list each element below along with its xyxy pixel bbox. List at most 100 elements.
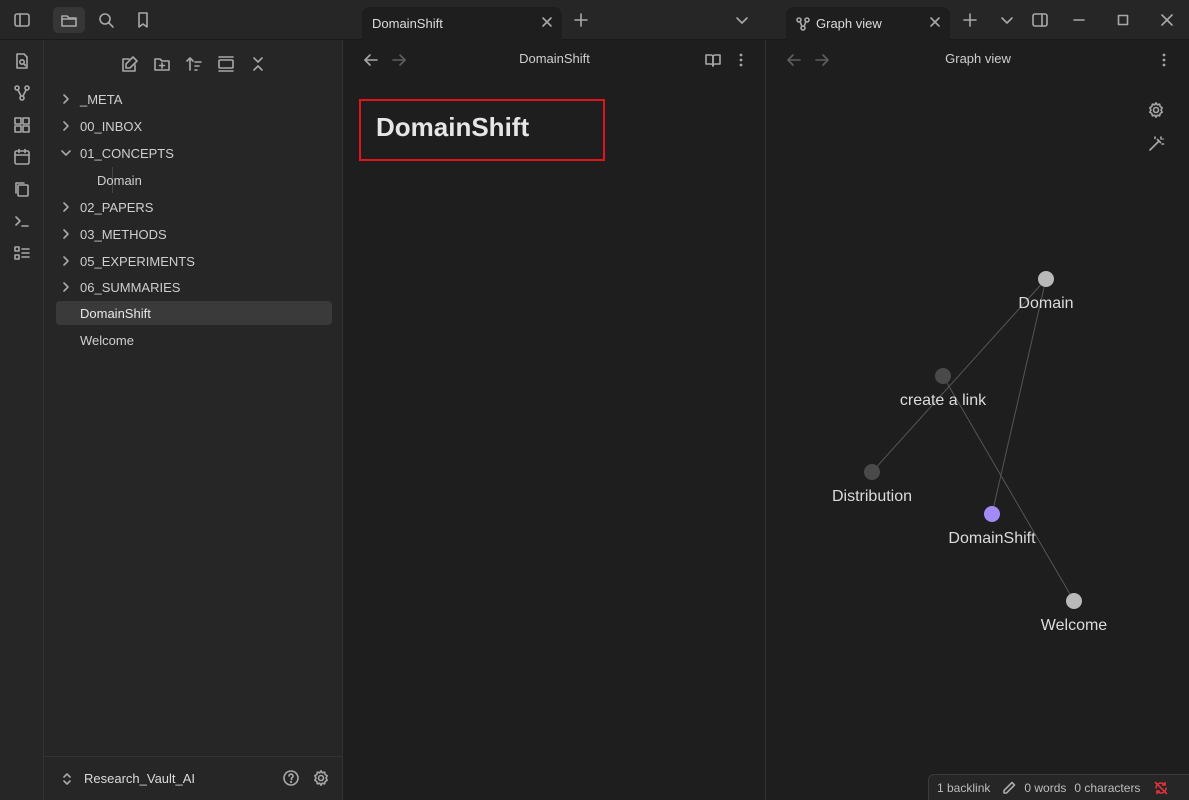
graph-node-label: create a link [900,392,987,409]
graph-node-domainshift[interactable] [984,506,1000,522]
new-tab-button-right[interactable] [954,7,986,33]
folder-label: 03_METHODS [80,226,167,242]
open-canvas-button[interactable] [12,115,32,135]
open-quick-switcher-button[interactable] [12,51,32,71]
chevron-right-icon [63,256,69,266]
help-button[interactable] [282,769,300,787]
layout-grid-icon [14,117,30,133]
graph-node-welcome[interactable] [1066,593,1082,609]
folder-label: _META [80,91,123,107]
new-note-button[interactable] [118,52,142,76]
tab-graph-view[interactable]: Graph view [786,7,950,40]
maximize-button[interactable] [1101,0,1145,40]
folder-item-concepts[interactable]: 01_CONCEPTS [56,141,332,165]
file-item-domainshift[interactable]: DomainShift [56,301,332,325]
title-bar: DomainShift Graph view [0,0,1189,40]
copy-icon [15,182,29,197]
folder-label: 05_EXPERIMENTS [80,253,195,269]
toggle-sidebar-button[interactable] [6,7,38,33]
folder-item-experiments[interactable]: 05_EXPERIMENTS [56,249,332,273]
maximize-icon [1117,14,1129,26]
plus-icon [963,13,977,27]
chevrons-collapse-icon [253,57,263,71]
minimize-icon [1073,19,1085,21]
open-daily-note-button[interactable] [12,147,32,167]
chevron-right-icon [63,202,69,212]
graph-node-create[interactable] [935,368,951,384]
bases-button[interactable] [12,243,32,263]
graph-node-label: Welcome [1041,617,1107,634]
graph-node-label: Domain [1018,295,1073,312]
vault-footer: Research_Vault_AI [44,756,343,800]
character-count: 0 characters [1074,780,1141,795]
pencil-icon[interactable] [1002,781,1016,795]
folder-item-inbox[interactable]: 00_INBOX [56,114,332,138]
new-folder-button[interactable] [150,52,174,76]
search-icon [99,13,114,28]
bookmark-icon [138,12,148,28]
highlight-box [359,99,605,161]
terminal-icon [15,216,29,227]
graph-icon [14,85,30,101]
auto-reveal-button[interactable] [214,52,238,76]
folder-item-summaries[interactable]: 06_SUMMARIES [56,275,332,299]
file-label: Welcome [80,332,134,348]
close-icon[interactable] [928,15,942,29]
chevron-right-icon [63,229,69,239]
files-view-button[interactable] [53,7,85,33]
sidebar-toggle-icon [14,13,30,27]
book-open-icon[interactable] [704,51,722,69]
folder-item-meta[interactable]: _META [56,87,332,111]
folder-item-methods[interactable]: 03_METHODS [56,222,332,246]
folder-plus-icon [154,58,170,71]
insert-template-button[interactable] [12,179,32,199]
close-icon[interactable] [540,15,554,29]
bookmarks-button[interactable] [127,7,159,33]
more-options-icon[interactable] [732,51,750,69]
file-label: Domain [97,172,142,188]
note-header: DomainShift [344,40,765,78]
vault-switcher[interactable]: Research_Vault_AI [60,771,195,786]
graph-canvas[interactable]: Domain create a link Distribution DomainShi… [767,40,1189,800]
note-header-title[interactable]: DomainShift [344,51,765,66]
status-bar: 1 backlink 0 words 0 characters [928,774,1189,800]
folder-label: 00_INBOX [80,118,143,134]
collapse-all-button[interactable] [246,52,270,76]
toggle-right-sidebar-button[interactable] [1024,7,1056,33]
file-explorer: _META 00_INBOX 01_CONCEPTS Domain 02_PAP… [44,40,343,800]
file-label: DomainShift [80,305,151,321]
sort-icon [186,57,202,71]
command-palette-button[interactable] [12,211,32,231]
ribbon [0,40,44,800]
file-item-domain[interactable]: Domain [56,168,332,192]
word-count: 0 words [1024,780,1067,795]
minimize-button[interactable] [1057,0,1101,40]
folder-label: 01_CONCEPTS [80,145,174,161]
open-graph-view-button[interactable] [12,83,32,103]
chevron-right-icon [63,94,69,104]
gallery-vertical-icon [218,56,234,72]
folder-label: 02_PAPERS [80,199,154,215]
file-item-welcome[interactable]: Welcome [56,328,332,352]
tab-list-button[interactable] [726,7,758,33]
right-sidebar-icon [1032,13,1048,27]
graph-node-distribution[interactable] [864,464,880,480]
calendar-icon [14,148,30,165]
sync-error-icon[interactable] [1154,781,1168,795]
tab-label: Graph view [816,16,882,31]
folder-item-papers[interactable]: 02_PAPERS [56,195,332,219]
gear-icon [314,770,328,786]
tab-domainshift[interactable]: DomainShift [362,7,562,40]
change-sort-order-button[interactable] [182,52,206,76]
tab-list-button-right[interactable] [991,7,1023,33]
new-tab-button[interactable] [565,7,597,33]
window-close-button[interactable] [1145,0,1189,40]
backlink-count[interactable]: 1 backlink [937,781,990,795]
file-search-icon [16,53,28,69]
vault-name: Research_Vault_AI [84,771,196,786]
graph-node-domain[interactable] [1038,271,1054,287]
settings-button[interactable] [312,769,330,787]
help-circle-icon [283,770,299,786]
graph-pane: Graph view Domain create a link Distributi… [767,40,1189,800]
search-button[interactable] [90,7,122,33]
